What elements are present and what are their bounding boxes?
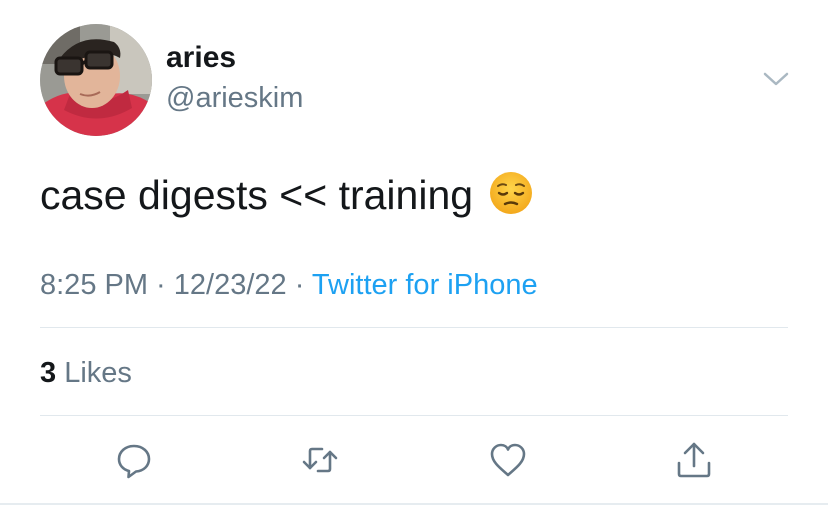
- avatar[interactable]: [40, 24, 152, 136]
- reply-button[interactable]: [112, 438, 156, 482]
- profile-photo: [40, 24, 152, 136]
- tweet-source-link[interactable]: Twitter for iPhone: [312, 269, 538, 301]
- like-button[interactable]: [486, 438, 530, 482]
- divider: [40, 415, 788, 416]
- tweet-time: 8:25 PM: [40, 269, 148, 301]
- tweet-date: 12/23/22: [173, 269, 287, 301]
- retweet-button[interactable]: [298, 438, 342, 482]
- pensive-face-emoji-icon: [488, 170, 534, 216]
- share-button[interactable]: [672, 438, 716, 482]
- tweet-text: case digests << training: [40, 170, 534, 220]
- divider: [40, 327, 788, 328]
- heart-icon: [490, 443, 526, 477]
- tweet-meta: 8:25 PM · 12/23/22 · Twitter for iPhone: [40, 266, 538, 304]
- likes-label: Likes: [64, 357, 132, 389]
- display-name[interactable]: aries: [166, 40, 236, 76]
- likes-stat[interactable]: 3 Likes: [40, 354, 132, 392]
- retweet-icon: [302, 447, 338, 473]
- reply-icon: [117, 444, 151, 479]
- likes-count: 3: [40, 357, 57, 389]
- meta-separator: ·: [148, 269, 174, 301]
- user-handle[interactable]: @arieskim: [166, 80, 303, 116]
- tweet-body: case digests << training: [40, 172, 474, 218]
- chevron-down-icon: [763, 72, 789, 86]
- meta-separator: ·: [286, 269, 312, 301]
- share-icon: [677, 442, 711, 478]
- more-options-button[interactable]: [756, 62, 796, 94]
